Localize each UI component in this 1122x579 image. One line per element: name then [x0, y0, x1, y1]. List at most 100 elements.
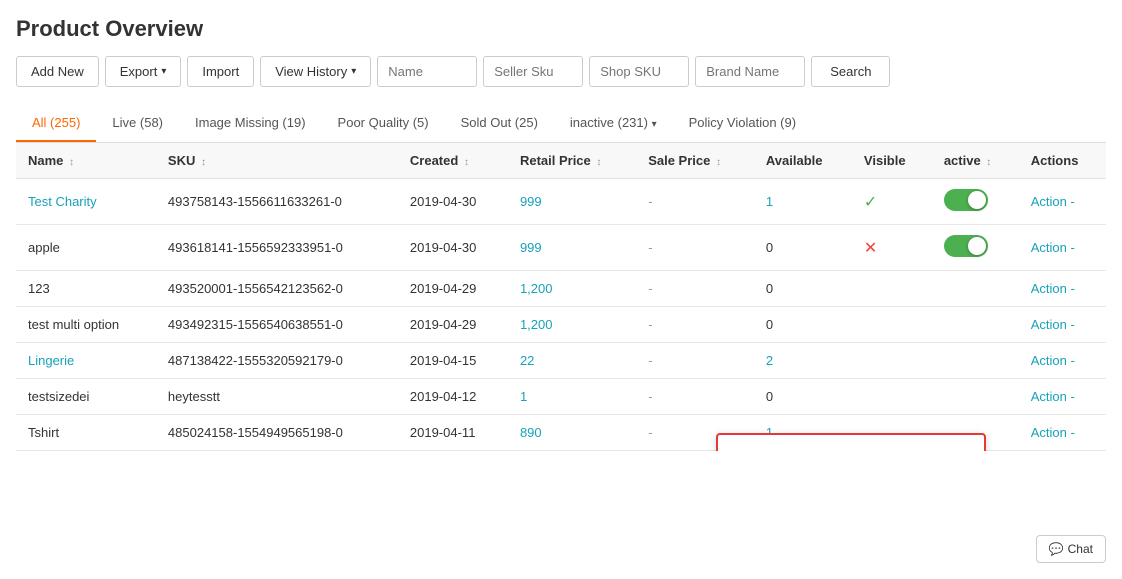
col-header-sku[interactable]: SKU ↕: [156, 143, 398, 179]
action-button[interactable]: Action -: [1031, 194, 1075, 209]
view-history-dropdown-icon: ▾: [351, 66, 356, 77]
cell-retail-price: 999: [508, 225, 636, 271]
cell-active: [932, 179, 1019, 225]
page-title: Product Overview: [16, 16, 1106, 42]
tab-poor-quality[interactable]: Poor Quality (5): [322, 105, 445, 142]
table-row: 123493520001-1556542123562-02019-04-291,…: [16, 271, 1106, 307]
tooltip-item: ✓Seller is verified: [734, 447, 968, 451]
cell-name: test multi option: [16, 307, 156, 343]
cell-actions: Action -: [1019, 343, 1106, 379]
table-row: Lingerie487138422-1555320592179-02019-04…: [16, 343, 1106, 379]
sort-icon: ↕: [716, 157, 721, 168]
col-header-sale_price[interactable]: Sale Price ↕: [636, 143, 754, 179]
search-button[interactable]: Search: [811, 56, 890, 87]
cell-sale-price: -: [636, 271, 754, 307]
cell-visible: [852, 343, 932, 379]
cell-active: [932, 307, 1019, 343]
active-toggle[interactable]: [944, 235, 988, 257]
available-link[interactable]: 2: [766, 353, 773, 368]
cell-retail-price: 1,200: [508, 307, 636, 343]
products-table: Name ↕SKU ↕Created ↕Retail Price ↕Sale P…: [16, 143, 1106, 451]
seller-sku-input[interactable]: [483, 56, 583, 87]
cell-retail-price: 999: [508, 179, 636, 225]
tab-policy-violation[interactable]: Policy Violation (9): [673, 105, 812, 142]
retail-price-link[interactable]: 999: [520, 194, 542, 209]
retail-price-link[interactable]: 22: [520, 353, 534, 368]
col-header-active[interactable]: active ↕: [932, 143, 1019, 179]
cell-active: [932, 343, 1019, 379]
export-button[interactable]: Export ▾: [105, 56, 182, 87]
brand-name-input[interactable]: [695, 56, 805, 87]
product-name-link[interactable]: Test Charity: [28, 194, 97, 209]
col-header-name[interactable]: Name ↕: [16, 143, 156, 179]
view-history-button[interactable]: View History ▾: [260, 56, 371, 87]
cell-sku: 493520001-1556542123562-0: [156, 271, 398, 307]
import-button[interactable]: Import: [187, 56, 254, 87]
chat-label: Chat: [1068, 542, 1093, 556]
toolbar: Add New Export ▾ Import View History ▾ S…: [16, 56, 1106, 87]
cell-available: 1: [754, 179, 852, 225]
product-name-link[interactable]: Lingerie: [28, 353, 74, 368]
action-button[interactable]: Action -: [1031, 353, 1075, 368]
retail-price-link[interactable]: 1: [520, 389, 527, 404]
cell-retail-price: 22: [508, 343, 636, 379]
col-header-visible: Visible: [852, 143, 932, 179]
cell-available: 0: [754, 307, 852, 343]
export-dropdown-icon: ▾: [161, 66, 166, 77]
available-link[interactable]: 1: [766, 194, 773, 209]
table-row: apple493618141-1556592333951-02019-04-30…: [16, 225, 1106, 271]
cell-retail-price: 1,200: [508, 271, 636, 307]
tooltip-check-icon: ✓: [734, 450, 744, 451]
cell-active: [932, 379, 1019, 415]
retail-price-link[interactable]: 890: [520, 425, 542, 440]
tab-image-missing[interactable]: Image Missing (19): [179, 105, 322, 142]
chat-icon: 💬: [1049, 542, 1064, 556]
shop-sku-input[interactable]: [589, 56, 689, 87]
action-button[interactable]: Action -: [1031, 240, 1075, 255]
cell-actions: Action -: [1019, 225, 1106, 271]
action-button[interactable]: Action -: [1031, 389, 1075, 404]
active-toggle[interactable]: [944, 189, 988, 211]
tab-inactive[interactable]: inactive (231) ▾: [554, 105, 673, 142]
tab-all[interactable]: All (255): [16, 105, 96, 142]
cell-available: 0: [754, 225, 852, 271]
cell-retail-price: 1: [508, 379, 636, 415]
table-row: testsizedeiheytesstt2019-04-121-0Action …: [16, 379, 1106, 415]
retail-price-link[interactable]: 1,200: [520, 281, 553, 296]
action-button[interactable]: Action -: [1031, 281, 1075, 296]
cell-created: 2019-04-15: [398, 343, 508, 379]
col-header-retail_price[interactable]: Retail Price ↕: [508, 143, 636, 179]
chat-button[interactable]: 💬 Chat: [1036, 535, 1106, 563]
visibility-tooltip-popup: ✓Seller is verified✓Seller status is Act…: [716, 433, 986, 451]
col-header-actions: Actions: [1019, 143, 1106, 179]
tab-sold-out[interactable]: Sold Out (25): [445, 105, 554, 142]
cell-visible: ✕: [852, 225, 932, 271]
retail-price-link[interactable]: 1,200: [520, 317, 553, 332]
sort-icon: ↕: [201, 157, 206, 168]
cell-available: 0: [754, 271, 852, 307]
name-input[interactable]: [377, 56, 477, 87]
tabs-container: All (255)Live (58)Image Missing (19)Poor…: [16, 105, 1106, 143]
sort-icon: ↕: [69, 157, 74, 168]
table-row: Test Charity493758143-1556611633261-0201…: [16, 179, 1106, 225]
cell-sale-price: -: [636, 343, 754, 379]
action-button[interactable]: Action -: [1031, 317, 1075, 332]
retail-price-link[interactable]: 999: [520, 240, 542, 255]
cell-name: Tshirt: [16, 415, 156, 451]
cell-visible: [852, 271, 932, 307]
cell-actions: Action -: [1019, 271, 1106, 307]
action-button[interactable]: Action -: [1031, 425, 1075, 440]
cell-created: 2019-04-29: [398, 307, 508, 343]
cell-actions: Action -: [1019, 307, 1106, 343]
cell-visible: [852, 307, 932, 343]
add-new-button[interactable]: Add New: [16, 56, 99, 87]
visible-cross-icon: ✕: [864, 240, 877, 257]
cell-name: 123: [16, 271, 156, 307]
cell-available: 0: [754, 379, 852, 415]
cell-active: [932, 225, 1019, 271]
tab-live[interactable]: Live (58): [96, 105, 179, 142]
cell-sale-price: -: [636, 307, 754, 343]
col-header-created[interactable]: Created ↕: [398, 143, 508, 179]
cell-sale-price: -: [636, 225, 754, 271]
cell-sale-price: -: [636, 379, 754, 415]
